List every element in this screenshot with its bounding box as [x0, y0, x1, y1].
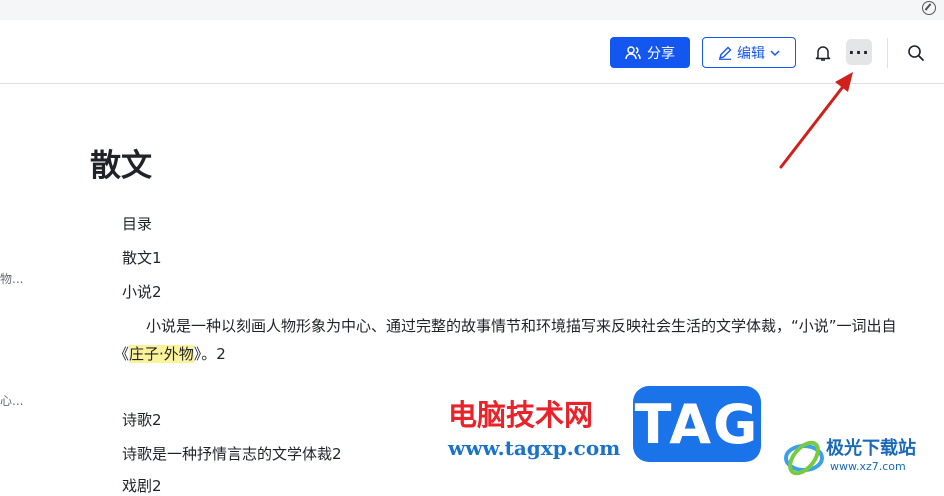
more-options-button[interactable]: ··· [846, 39, 872, 65]
paragraph-shige[interactable]: 诗歌是一种抒情言志的文学体裁2 [122, 443, 342, 464]
toc-item[interactable]: 物... [0, 270, 23, 287]
browser-top-strip [0, 0, 944, 20]
edit-button[interactable]: 编辑 [702, 37, 796, 68]
share-label: 分享 [647, 45, 675, 62]
para-text-end: 》。2 [193, 345, 226, 363]
watermark-tag-logo: TAG [633, 386, 761, 462]
search-icon [908, 45, 924, 61]
site2-url: www.xz7.com [830, 460, 906, 473]
site2-name: 极光下载站 [826, 438, 916, 459]
users-icon [625, 45, 641, 59]
watermark-url: www.tagxp.com [448, 436, 621, 460]
heading-xiju[interactable]: 戏剧2 [122, 475, 162, 496]
search-button[interactable] [904, 41, 928, 65]
edit-label: 编辑 [737, 45, 765, 62]
chevron-down-icon [770, 49, 780, 56]
compass-icon[interactable] [922, 1, 936, 15]
heading-sanwen1[interactable]: 散文1 [122, 247, 162, 268]
pencil-icon [718, 46, 732, 60]
toolbar-divider [887, 38, 888, 68]
watermark-title: 电脑技术网 [448, 398, 594, 432]
bell-icon [815, 46, 831, 61]
highlighted-text: 庄子·外物 [129, 345, 194, 363]
document-title[interactable]: 散文 [90, 140, 152, 185]
site2-logo-icon [784, 440, 824, 476]
document-toolbar: 分享 编辑 ··· [0, 20, 944, 84]
watermark-site2: 极光下载站 www.xz7.com [782, 430, 942, 482]
heading-toc[interactable]: 目录 [122, 213, 152, 234]
share-button[interactable]: 分享 [610, 37, 690, 68]
notification-button[interactable] [811, 41, 835, 65]
heading-shige2[interactable]: 诗歌2 [122, 409, 162, 430]
more-icon: ··· [848, 42, 870, 62]
paragraph-xiaoshuo[interactable]: 小说是一种以刻画人物形象为中心、通过完整的故事情节和环境描写来反映社会生活的文学… [114, 312, 914, 368]
heading-xiaoshuo2[interactable]: 小说2 [122, 281, 162, 302]
para-text: 小说是一种以刻画人物形象为中心、通过完整的故事情节和环境描写来反映社会生活的文学… [114, 317, 897, 363]
toc-item[interactable]: 心... [0, 392, 23, 409]
